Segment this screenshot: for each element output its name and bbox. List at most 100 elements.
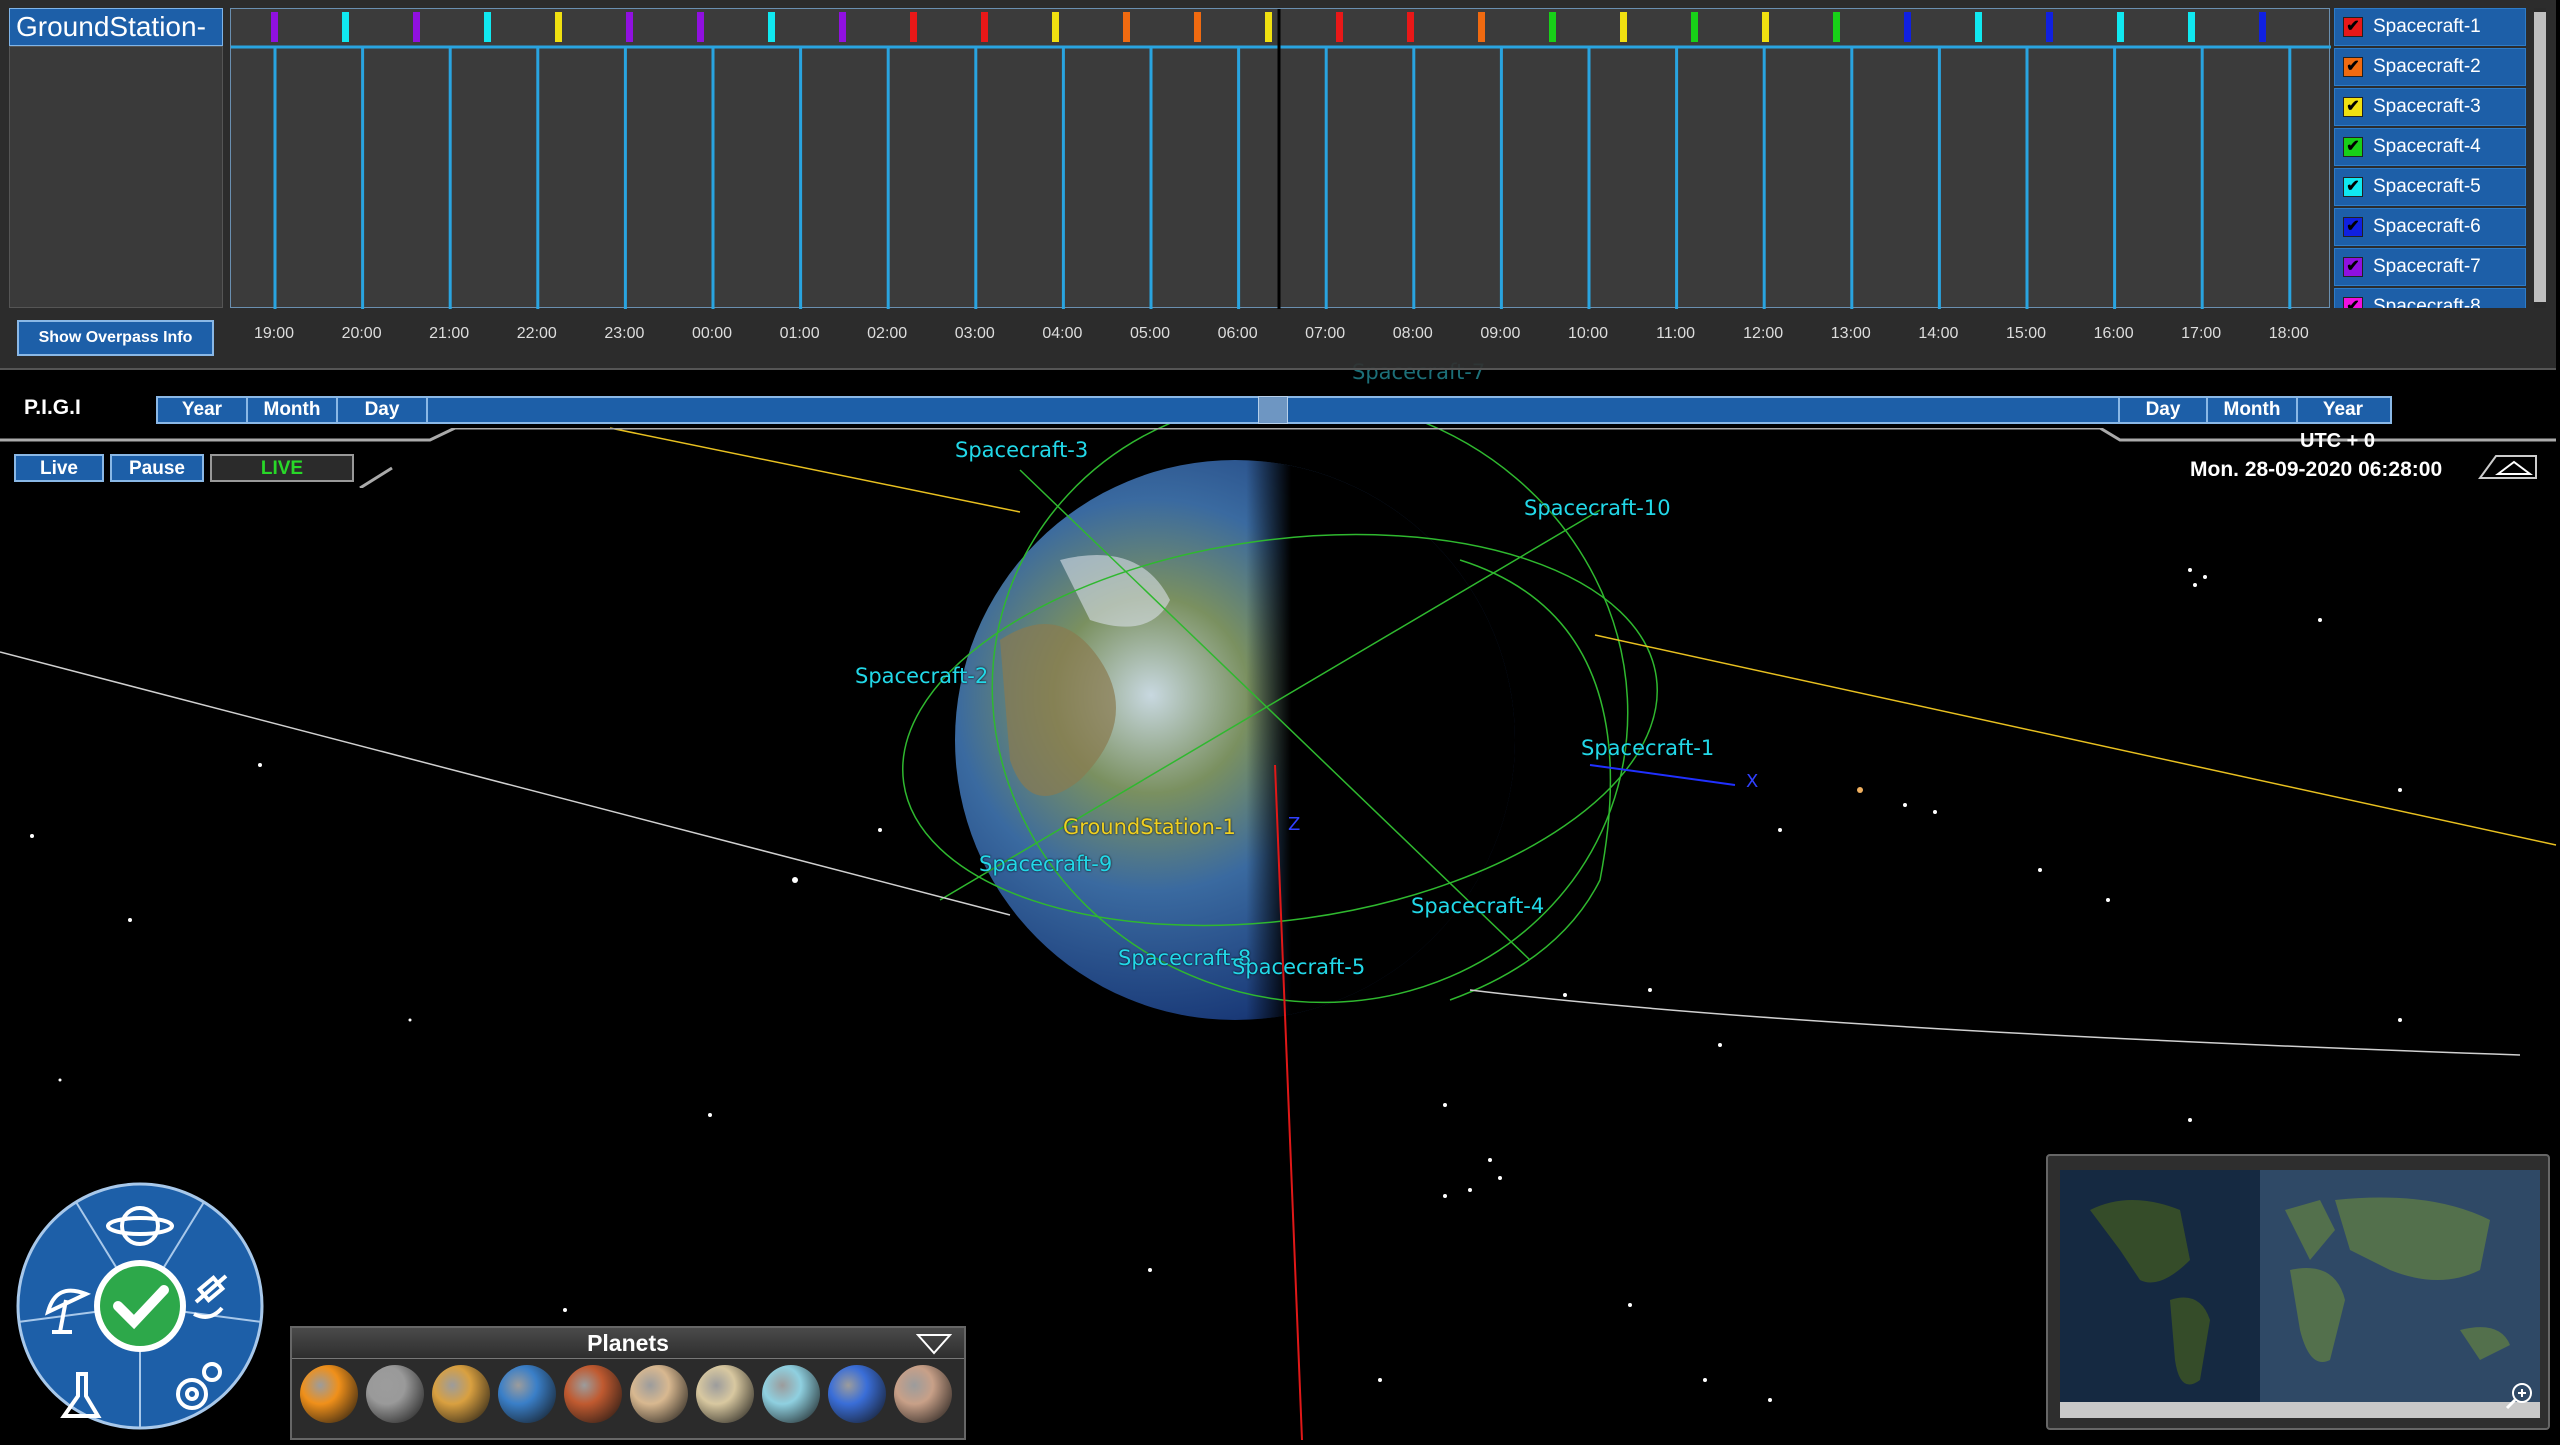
timeline-tick-label: 13:00 xyxy=(1830,325,1871,342)
chevron-up-icon xyxy=(2495,460,2533,475)
spacecraft-checkbox[interactable]: ✔ xyxy=(2343,297,2363,308)
spacecraft-checkbox[interactable]: ✔ xyxy=(2343,217,2363,237)
label-spacecraft-10[interactable]: Spacecraft-10 xyxy=(1524,496,1671,520)
label-spacecraft-1[interactable]: Spacecraft-1 xyxy=(1581,736,1714,760)
overpass-bar[interactable] xyxy=(1194,12,1201,42)
orbit-trail-white xyxy=(0,651,1011,916)
time-scrubber[interactable]: Year Month Day Day Month Year xyxy=(156,396,2392,424)
planet-mars-icon[interactable] xyxy=(564,1365,622,1423)
planet-pluto-icon[interactable] xyxy=(894,1365,952,1423)
planets-header[interactable]: Planets xyxy=(292,1328,964,1359)
world-map xyxy=(2060,1170,2540,1418)
spacecraft-list-item[interactable]: ✔ Spacecraft-2 xyxy=(2334,48,2526,86)
timeline-tick-label: 10:00 xyxy=(1567,325,1609,342)
spacecraft-checkbox[interactable]: ✔ xyxy=(2343,17,2363,37)
show-overpass-info-button[interactable]: Show Overpass Info xyxy=(17,320,214,356)
overpass-bar[interactable] xyxy=(1052,12,1059,42)
overpass-bar[interactable] xyxy=(484,12,491,42)
overpass-bar[interactable] xyxy=(768,12,775,42)
overpass-bar[interactable] xyxy=(271,12,278,42)
planet-mercury-icon[interactable] xyxy=(366,1365,424,1423)
live-button[interactable]: Live xyxy=(14,454,104,482)
control-frame xyxy=(0,428,2556,488)
planet-jupiter-icon[interactable] xyxy=(630,1365,688,1423)
scrollbar-thumb[interactable] xyxy=(2534,12,2546,302)
scrub-forward-year[interactable]: Year xyxy=(2298,398,2388,422)
overpass-bar[interactable] xyxy=(1904,12,1911,42)
planet-uranus-icon[interactable] xyxy=(762,1365,820,1423)
scrubber-thumb[interactable] xyxy=(1258,396,1288,424)
overpass-bar[interactable] xyxy=(2188,12,2195,42)
timeline-tick-label: 20:00 xyxy=(341,325,382,342)
spacecraft-label: Spacecraft-8 xyxy=(2373,296,2481,308)
overpass-bar[interactable] xyxy=(342,12,349,42)
overpass-bar[interactable] xyxy=(1336,12,1343,42)
radial-menu[interactable] xyxy=(16,1182,264,1430)
timeline-tick-label: 18:00 xyxy=(2268,325,2309,342)
overpass-bar[interactable] xyxy=(1833,12,1840,42)
timeline-tick-label: 03:00 xyxy=(954,325,995,342)
label-spacecraft-5[interactable]: Spacecraft-5 xyxy=(1232,955,1365,979)
scrub-back-month[interactable]: Month xyxy=(248,398,338,422)
ground-station-header[interactable]: GroundStation- xyxy=(9,8,223,46)
timeline-tick-label: 04:00 xyxy=(1042,325,1083,342)
planet-neptune-icon[interactable] xyxy=(828,1365,886,1423)
label-spacecraft-2[interactable]: Spacecraft-2 xyxy=(855,664,988,688)
spacecraft-list-item[interactable]: ✔ Spacecraft-7 xyxy=(2334,248,2526,286)
spacecraft-checkbox[interactable]: ✔ xyxy=(2343,137,2363,157)
overpass-bar[interactable] xyxy=(839,12,846,42)
overpass-bar[interactable] xyxy=(1762,12,1769,42)
overpass-bar[interactable] xyxy=(413,12,420,42)
overpass-bar[interactable] xyxy=(555,12,562,42)
timeline-tick-label: 09:00 xyxy=(1480,325,1521,342)
planets-panel: Planets xyxy=(290,1326,966,1440)
overpass-bar[interactable] xyxy=(910,12,917,42)
planet-saturn-icon[interactable] xyxy=(696,1365,754,1423)
world-minimap[interactable] xyxy=(2046,1154,2550,1430)
scrub-forward-month[interactable]: Month xyxy=(2208,398,2298,422)
pause-button[interactable]: Pause xyxy=(110,454,204,482)
spacecraft-list-item[interactable]: ✔ Spacecraft-4 xyxy=(2334,128,2526,166)
overpass-bar[interactable] xyxy=(1975,12,1982,42)
scrub-back-day[interactable]: Day xyxy=(338,398,428,422)
overpass-bar[interactable] xyxy=(981,12,988,42)
current-datetime: Mon. 28-09-2020 06:28:00 xyxy=(2190,458,2443,481)
overpass-bar[interactable] xyxy=(1549,12,1556,42)
planet-sun-icon[interactable] xyxy=(300,1365,358,1423)
spacecraft-checkbox[interactable]: ✔ xyxy=(2343,257,2363,277)
spacecraft-list-item[interactable]: ✔ Spacecraft-1 xyxy=(2334,8,2526,46)
spacecraft-list-item[interactable]: ✔ Spacecraft-8 xyxy=(2334,288,2526,308)
spacecraft-checkbox[interactable]: ✔ xyxy=(2343,57,2363,77)
overpass-timeline[interactable] xyxy=(230,8,2331,309)
label-spacecraft-9[interactable]: Spacecraft-9 xyxy=(979,852,1112,876)
live-status-indicator: LIVE xyxy=(210,454,354,482)
overpass-bar[interactable] xyxy=(1620,12,1627,42)
overpass-bar[interactable] xyxy=(1691,12,1698,42)
spacecraft-list-scrollbar[interactable] xyxy=(2534,8,2546,308)
overpass-bar[interactable] xyxy=(626,12,633,42)
label-spacecraft-4[interactable]: Spacecraft-4 xyxy=(1411,894,1544,918)
overpass-bar[interactable] xyxy=(2046,12,2053,42)
spacecraft-label: Spacecraft-4 xyxy=(2373,136,2481,157)
overpass-bar[interactable] xyxy=(1123,12,1130,42)
chevron-down-icon[interactable] xyxy=(916,1333,952,1355)
spacecraft-checkbox[interactable]: ✔ xyxy=(2343,177,2363,197)
overpass-bar[interactable] xyxy=(1478,12,1485,42)
spacecraft-list-item[interactable]: ✔ Spacecraft-6 xyxy=(2334,208,2526,246)
overpass-bar[interactable] xyxy=(1265,12,1272,42)
overpass-bar[interactable] xyxy=(2117,12,2124,42)
spacecraft-label: Spacecraft-7 xyxy=(2373,256,2481,277)
spacecraft-list-item[interactable]: ✔ Spacecraft-5 xyxy=(2334,168,2526,206)
scrub-back-year[interactable]: Year xyxy=(158,398,248,422)
zoom-in-icon[interactable] xyxy=(2504,1380,2536,1412)
planet-venus-icon[interactable] xyxy=(432,1365,490,1423)
spacecraft-list-item[interactable]: ✔ Spacecraft-3 xyxy=(2334,88,2526,126)
scrub-forward-day[interactable]: Day xyxy=(2118,398,2208,422)
collapse-panel-button[interactable] xyxy=(2476,452,2540,482)
planet-earth-icon[interactable] xyxy=(498,1365,556,1423)
overpass-bar[interactable] xyxy=(697,12,704,42)
label-ground-station-1[interactable]: GroundStation-1 xyxy=(1063,815,1236,839)
spacecraft-checkbox[interactable]: ✔ xyxy=(2343,97,2363,117)
overpass-bar[interactable] xyxy=(2259,12,2266,42)
overpass-bar[interactable] xyxy=(1407,12,1414,42)
